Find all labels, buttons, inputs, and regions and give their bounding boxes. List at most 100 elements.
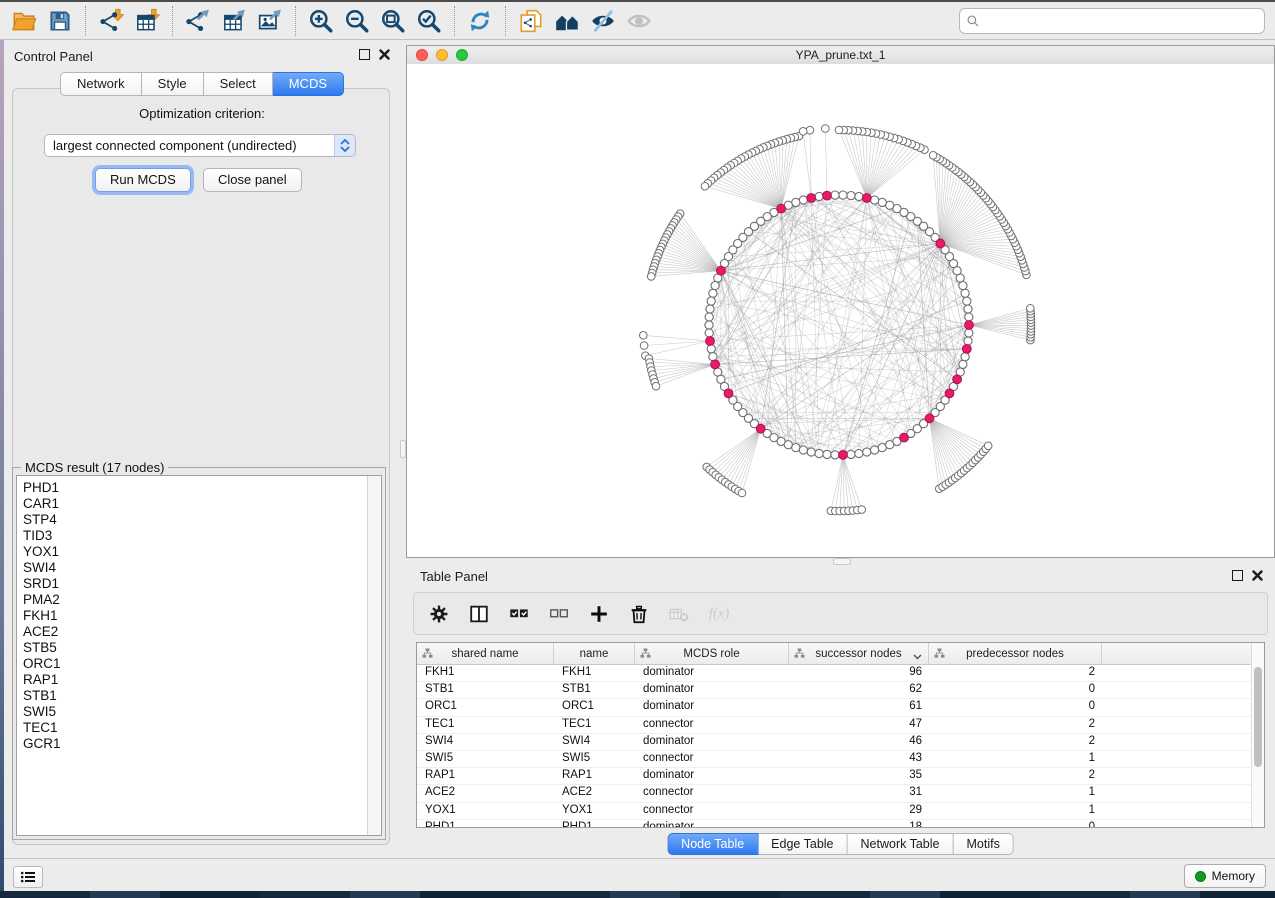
table-row[interactable]: FKH1FKH1dominator962 — [417, 665, 1264, 682]
zoom-in-icon[interactable] — [303, 5, 339, 37]
tab-select[interactable]: Select — [204, 72, 273, 96]
memory-button[interactable]: Memory — [1184, 864, 1266, 888]
zoom-out-icon[interactable] — [339, 5, 375, 37]
mcds-node[interactable] — [756, 424, 765, 433]
network-node[interactable] — [878, 198, 886, 206]
mcds-node[interactable] — [945, 389, 954, 398]
import-network-icon[interactable] — [93, 5, 129, 37]
close-panel-icon[interactable] — [1252, 570, 1263, 581]
float-panel-icon[interactable] — [1232, 570, 1243, 581]
network-node[interactable] — [799, 446, 807, 454]
close-panel-icon[interactable] — [379, 49, 390, 60]
result-node-item[interactable]: GCR1 — [17, 736, 381, 752]
network-node[interactable] — [855, 449, 863, 457]
tab-network[interactable]: Network — [60, 72, 142, 96]
result-node-item[interactable]: YOX1 — [17, 544, 381, 560]
column-header-predecessor-nodes[interactable]: predecessor nodes — [929, 643, 1102, 664]
network-node[interactable] — [847, 192, 855, 200]
network-node[interactable] — [871, 196, 879, 204]
unselect-all-icon[interactable] — [542, 597, 576, 631]
tab-style[interactable]: Style — [142, 72, 204, 96]
result-node-item[interactable]: RAP1 — [17, 672, 381, 688]
network-node[interactable] — [961, 353, 969, 361]
network-graph[interactable] — [407, 64, 1274, 557]
network-node[interactable] — [831, 451, 839, 459]
table-row[interactable]: YOX1YOX1connector291 — [417, 803, 1264, 820]
table-row[interactable]: ORC1ORC1dominator610 — [417, 699, 1264, 716]
mcds-node[interactable] — [777, 204, 786, 213]
network-node[interactable] — [823, 450, 831, 458]
scrollbar-thumb[interactable] — [1254, 667, 1262, 767]
mcds-node[interactable] — [823, 191, 832, 200]
zoom-fit-icon[interactable] — [375, 5, 411, 37]
mcds-node[interactable] — [711, 360, 720, 369]
import-table-icon[interactable] — [129, 5, 165, 37]
mcds-node[interactable] — [724, 389, 733, 398]
network-node[interactable] — [961, 289, 969, 297]
network-canvas[interactable] — [407, 64, 1274, 557]
result-node-item[interactable]: STB5 — [17, 640, 381, 656]
network-node[interactable] — [705, 313, 713, 321]
network-titlebar[interactable]: YPA_prune.txt_1 — [407, 46, 1274, 65]
table-row[interactable]: RAP1RAP1dominator352 — [417, 768, 1264, 785]
network-node[interactable] — [799, 128, 807, 136]
result-node-item[interactable]: STP4 — [17, 512, 381, 528]
column-header-name[interactable]: name — [554, 643, 635, 664]
network-node[interactable] — [815, 192, 823, 200]
network-node[interactable] — [705, 321, 713, 329]
table-row[interactable]: ACE2ACE2connector311 — [417, 785, 1264, 802]
network-node[interactable] — [807, 448, 815, 456]
network-node[interactable] — [835, 126, 843, 134]
first-neighbors-icon[interactable] — [549, 5, 585, 37]
network-node[interactable] — [965, 329, 973, 337]
automation-panel-button[interactable] — [13, 866, 43, 888]
column-header-MCDS-role[interactable]: MCDS role — [635, 643, 789, 664]
network-node[interactable] — [707, 345, 715, 353]
tab-edge-table[interactable]: Edge Table — [758, 833, 847, 855]
search-box[interactable] — [959, 8, 1265, 34]
mcds-node[interactable] — [717, 266, 726, 275]
result-node-item[interactable]: ORC1 — [17, 656, 381, 672]
save-session-icon[interactable] — [42, 5, 78, 37]
network-node[interactable] — [640, 342, 648, 350]
result-node-item[interactable]: SWI5 — [17, 704, 381, 720]
mcds-node[interactable] — [925, 414, 934, 423]
tab-network-table[interactable]: Network Table — [848, 833, 954, 855]
network-node[interactable] — [792, 444, 800, 452]
show-all-icon[interactable] — [621, 5, 657, 37]
result-node-item[interactable]: PMA2 — [17, 592, 381, 608]
network-node[interactable] — [964, 305, 972, 313]
export-network-icon[interactable] — [180, 5, 216, 37]
network-node[interactable] — [855, 192, 863, 200]
network-node[interactable] — [871, 446, 879, 454]
divider-grabber[interactable] — [833, 558, 851, 565]
result-node-item[interactable]: CAR1 — [17, 496, 381, 512]
table-row[interactable]: SWI5SWI5connector431 — [417, 751, 1264, 768]
network-node[interactable] — [959, 282, 967, 290]
export-table-icon[interactable] — [216, 5, 252, 37]
network-node[interactable] — [815, 449, 823, 457]
network-node[interactable] — [647, 273, 655, 281]
tab-motifs[interactable]: Motifs — [953, 833, 1013, 855]
column-header-successor-nodes[interactable]: successor nodes — [789, 643, 929, 664]
select-all-icon[interactable] — [502, 597, 536, 631]
network-node[interactable] — [705, 329, 713, 337]
network-node[interactable] — [984, 442, 992, 450]
zoom-selected-icon[interactable] — [411, 5, 447, 37]
hide-selected-icon[interactable] — [585, 5, 621, 37]
mcds-node[interactable] — [862, 194, 871, 203]
result-node-item[interactable]: SWI4 — [17, 560, 381, 576]
mcds-node[interactable] — [962, 345, 971, 354]
result-node-item[interactable]: STB1 — [17, 688, 381, 704]
network-node[interactable] — [706, 305, 714, 313]
result-node-item[interactable]: SRD1 — [17, 576, 381, 592]
equation-builder-icon[interactable]: f(x) — [702, 597, 736, 631]
network-node[interactable] — [799, 196, 807, 204]
result-node-item[interactable]: TEC1 — [17, 720, 381, 736]
horizontal-split-divider[interactable] — [406, 558, 1275, 565]
mcds-node[interactable] — [965, 321, 974, 330]
network-node[interactable] — [652, 382, 660, 390]
network-node[interactable] — [822, 125, 830, 133]
network-node[interactable] — [1027, 305, 1035, 313]
mcds-node[interactable] — [936, 239, 945, 248]
